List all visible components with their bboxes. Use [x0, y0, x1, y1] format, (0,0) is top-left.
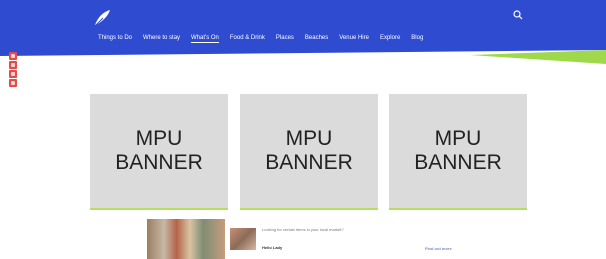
- promo-link[interactable]: Hello Lady: [262, 245, 282, 250]
- nav-where-to-stay[interactable]: Where to stay: [143, 35, 180, 43]
- site-header: Things to Do Where to stay What's On Foo…: [0, 0, 606, 68]
- pinterest-icon[interactable]: [9, 70, 17, 78]
- promo-image[interactable]: [147, 219, 225, 259]
- nav-food-drink[interactable]: Food & Drink: [230, 35, 265, 43]
- facebook-icon[interactable]: [9, 52, 17, 60]
- mpu-banner-label: MPU BANNER: [265, 127, 353, 174]
- email-icon[interactable]: [9, 79, 17, 87]
- main-nav: Things to Do Where to stay What's On Foo…: [98, 35, 423, 43]
- nav-beaches[interactable]: Beaches: [305, 35, 328, 43]
- mpu-banner-label: MPU BANNER: [414, 127, 502, 174]
- mpu-banner-3[interactable]: MPU BANNER: [389, 94, 527, 210]
- promo-text: Looking for certain items in your local …: [262, 227, 344, 232]
- nav-blog[interactable]: Blog: [411, 35, 423, 43]
- mpu-banner-2[interactable]: MPU BANNER: [240, 94, 378, 210]
- promo-cta-link[interactable]: Find out more: [425, 246, 452, 251]
- nav-places[interactable]: Places: [276, 35, 294, 43]
- promo-thumbnail[interactable]: [230, 228, 256, 250]
- nav-venue-hire[interactable]: Venue Hire: [339, 35, 369, 43]
- mpu-banner-label: MPU BANNER: [115, 127, 203, 174]
- search-icon[interactable]: [513, 10, 523, 20]
- nav-things-to-do[interactable]: Things to Do: [98, 35, 132, 43]
- nav-explore[interactable]: Explore: [380, 35, 400, 43]
- mpu-banner-1[interactable]: MPU BANNER: [90, 94, 228, 210]
- twitter-icon[interactable]: [9, 61, 17, 69]
- nav-whats-on[interactable]: What's On: [191, 35, 219, 43]
- feather-logo-icon[interactable]: [92, 8, 112, 28]
